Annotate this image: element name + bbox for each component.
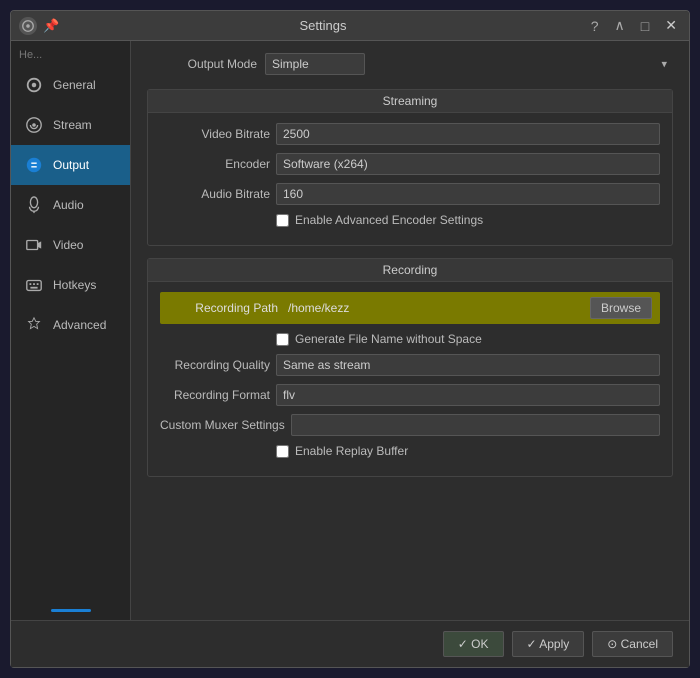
app-icon	[19, 17, 37, 35]
recording-quality-row: Recording Quality Same as stream High Qu…	[160, 354, 660, 376]
replay-buffer-label[interactable]: Enable Replay Buffer	[295, 444, 408, 458]
sidebar-item-general[interactable]: General	[11, 65, 130, 105]
browse-button[interactable]: Browse	[590, 297, 652, 319]
cancel-button[interactable]: ⊙ Cancel	[592, 631, 673, 657]
help-button[interactable]: ?	[587, 16, 603, 36]
sidebar: He... General Stream Output	[11, 41, 131, 620]
streaming-section: Streaming Video Bitrate 2500 Encoder	[147, 89, 673, 246]
sidebar-item-hotkeys[interactable]: Hotkeys	[11, 265, 130, 305]
audio-icon	[23, 194, 45, 216]
output-mode-select[interactable]: Simple Advanced	[265, 53, 365, 75]
recording-format-label: Recording Format	[160, 388, 270, 402]
window-title: Settings	[299, 18, 346, 33]
sidebar-label-general: General	[53, 78, 96, 92]
encoder-select[interactable]: Software (x264) Hardware (NVENC) Hardwar…	[276, 153, 660, 175]
video-bitrate-row: Video Bitrate 2500	[160, 123, 660, 145]
maximize-button[interactable]: □	[637, 16, 653, 36]
custom-muxer-row: Custom Muxer Settings	[160, 414, 660, 436]
streaming-section-body: Video Bitrate 2500 Encoder Software (x26…	[148, 113, 672, 245]
streaming-section-title: Streaming	[148, 90, 672, 113]
generate-filename-label[interactable]: Generate File Name without Space	[295, 332, 482, 346]
video-bitrate-control: 2500	[276, 123, 660, 145]
output-mode-row: Output Mode Simple Advanced	[147, 53, 673, 75]
output-mode-label: Output Mode	[147, 57, 257, 71]
recording-section: Recording Recording Path Browse Generate…	[147, 258, 673, 477]
recording-section-title: Recording	[148, 259, 672, 282]
sidebar-indicator	[51, 609, 91, 612]
ok-button[interactable]: ✓ OK	[443, 631, 504, 657]
advanced-encoder-row: Enable Advanced Encoder Settings	[160, 213, 660, 227]
audio-bitrate-label: Audio Bitrate	[160, 187, 270, 201]
settings-window: 📌 Settings ? ∧ □ ✕ He... General	[10, 10, 690, 668]
recording-format-select[interactable]: flv mp4 mov mkv ts m3u8	[276, 384, 660, 406]
generate-filename-row: Generate File Name without Space	[160, 332, 660, 346]
recording-path-row: Recording Path Browse	[160, 292, 660, 324]
video-bitrate-label: Video Bitrate	[160, 127, 270, 141]
output-mode-select-wrapper: Simple Advanced	[265, 53, 673, 75]
encoder-control: Software (x264) Hardware (NVENC) Hardwar…	[276, 153, 660, 175]
recording-path-input[interactable]	[284, 299, 584, 317]
title-bar-controls: ? ∧ □ ✕	[587, 15, 681, 36]
custom-muxer-input[interactable]	[291, 414, 660, 436]
encoder-label: Encoder	[160, 157, 270, 171]
sidebar-label-output: Output	[53, 158, 89, 172]
sidebar-label-audio: Audio	[53, 198, 84, 212]
replay-buffer-row: Enable Replay Buffer	[160, 444, 660, 458]
hotkeys-icon	[23, 274, 45, 296]
video-bitrate-select[interactable]: 2500	[276, 123, 660, 145]
advanced-encoder-checkbox[interactable]	[276, 214, 289, 227]
generate-filename-checkbox[interactable]	[276, 333, 289, 346]
video-icon	[23, 234, 45, 256]
bottom-bar: ✓ OK ✓ Apply ⊙ Cancel	[11, 620, 689, 667]
sidebar-header-text: He...	[11, 45, 130, 65]
title-bar-left: 📌	[19, 17, 59, 35]
sidebar-label-stream: Stream	[53, 118, 92, 132]
sidebar-item-output[interactable]: Output	[11, 145, 130, 185]
advanced-encoder-label[interactable]: Enable Advanced Encoder Settings	[295, 213, 483, 227]
minimize-button[interactable]: ∧	[611, 15, 629, 36]
sidebar-item-audio[interactable]: Audio	[11, 185, 130, 225]
apply-button[interactable]: ✓ Apply	[512, 631, 585, 657]
audio-bitrate-select[interactable]: 96 128 160 192 256 320	[276, 183, 660, 205]
sidebar-item-video[interactable]: Video	[11, 225, 130, 265]
custom-muxer-control	[291, 414, 660, 436]
advanced-icon	[23, 314, 45, 336]
replay-buffer-checkbox[interactable]	[276, 445, 289, 458]
recording-section-body: Recording Path Browse Generate File Name…	[148, 282, 672, 476]
recording-path-label: Recording Path	[168, 301, 278, 315]
sidebar-item-advanced[interactable]: Advanced	[11, 305, 130, 345]
content-area: He... General Stream Output	[11, 41, 689, 620]
sidebar-label-video: Video	[53, 238, 83, 252]
encoder-row: Encoder Software (x264) Hardware (NVENC)…	[160, 153, 660, 175]
sidebar-label-advanced: Advanced	[53, 318, 106, 332]
audio-bitrate-row: Audio Bitrate 96 128 160 192 256 320	[160, 183, 660, 205]
audio-bitrate-control: 96 128 160 192 256 320	[276, 183, 660, 205]
pin-icon: 📌	[43, 18, 59, 34]
custom-muxer-label: Custom Muxer Settings	[160, 418, 285, 432]
recording-format-control: flv mp4 mov mkv ts m3u8	[276, 384, 660, 406]
recording-quality-label: Recording Quality	[160, 358, 270, 372]
recording-quality-select[interactable]: Same as stream High Quality Indistinguis…	[276, 354, 660, 376]
title-bar: 📌 Settings ? ∧ □ ✕	[11, 11, 689, 41]
general-icon	[23, 74, 45, 96]
close-button[interactable]: ✕	[661, 15, 681, 36]
sidebar-item-stream[interactable]: Stream	[11, 105, 130, 145]
output-icon	[23, 154, 45, 176]
main-panel: Output Mode Simple Advanced Streaming Vi…	[131, 41, 689, 620]
stream-icon	[23, 114, 45, 136]
recording-quality-control: Same as stream High Quality Indistinguis…	[276, 354, 660, 376]
recording-format-row: Recording Format flv mp4 mov mkv ts m3u8	[160, 384, 660, 406]
sidebar-label-hotkeys: Hotkeys	[53, 278, 96, 292]
